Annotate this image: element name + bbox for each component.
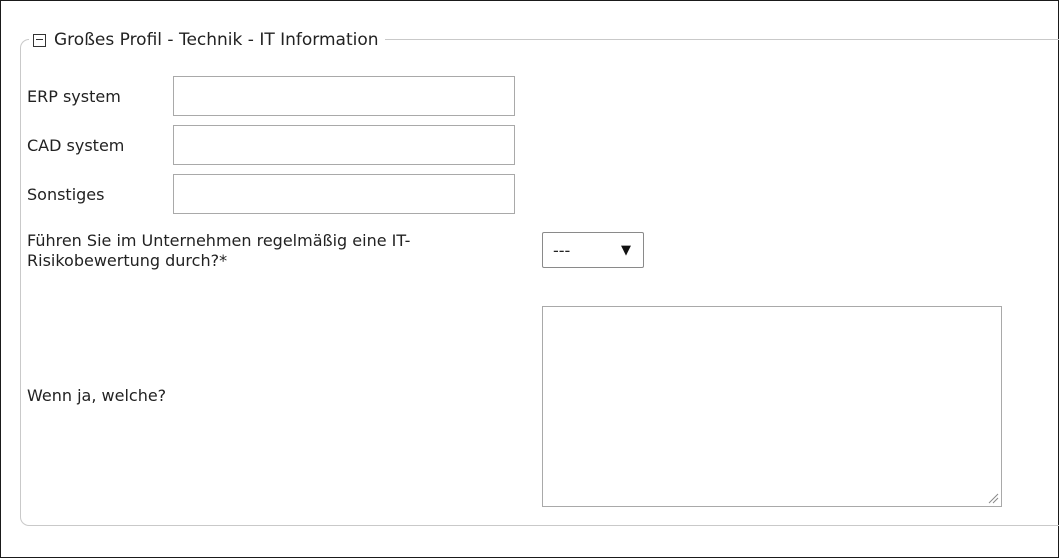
other-input[interactable] [173, 174, 515, 214]
cad-system-label: CAD system [27, 136, 125, 155]
other-label: Sonstiges [27, 185, 105, 204]
section-legend[interactable]: Großes Profil - Technik - IT Information [29, 28, 385, 52]
erp-system-input[interactable] [173, 76, 515, 116]
cad-system-input[interactable] [173, 125, 515, 165]
which-textarea[interactable] [542, 306, 1002, 507]
dropdown-triangle-icon: ▼ [621, 242, 631, 258]
section-title: Großes Profil - Technik - IT Information [54, 30, 379, 50]
risk-question-label-line1: Führen Sie im Unternehmen regelmäßig ein… [27, 231, 411, 250]
erp-system-label: ERP system [27, 87, 121, 106]
risk-assessment-selected-value: --- [553, 240, 571, 260]
risk-question-label-line2: Risikobewertung durch?* [27, 251, 228, 270]
resize-handle-icon[interactable] [987, 492, 999, 504]
which-label: Wenn ja, welche? [27, 386, 167, 405]
collapse-minus-icon[interactable] [33, 33, 46, 47]
risk-assessment-select[interactable]: --- ▼ [542, 232, 644, 268]
